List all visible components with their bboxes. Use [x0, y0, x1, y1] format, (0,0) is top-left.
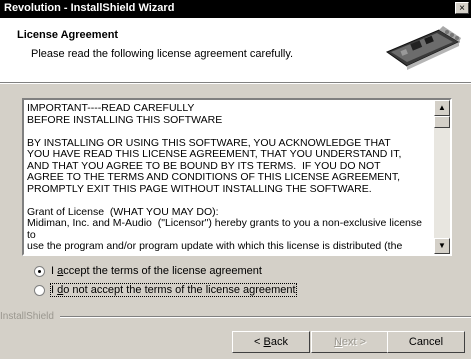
- license-text-box[interactable]: IMPORTANT----READ CAREFULLY BEFORE INSTA…: [22, 98, 452, 256]
- scroll-down-button[interactable]: ▼: [434, 238, 450, 254]
- close-button[interactable]: ×: [455, 2, 469, 14]
- header-divider: [0, 82, 471, 84]
- scroll-up-button[interactable]: ▲: [434, 100, 450, 116]
- accept-label: I accept the terms of the license agreem…: [51, 265, 262, 277]
- scroll-thumb[interactable]: [434, 116, 450, 128]
- arrow-up-icon: ▲: [438, 103, 446, 112]
- page-title: License Agreement: [17, 29, 119, 41]
- decline-option[interactable]: I do not accept the terms of the license…: [34, 283, 297, 297]
- page-subtitle: Please read the following license agreem…: [31, 48, 294, 60]
- footer-divider: InstallShield: [0, 311, 471, 323]
- next-button[interactable]: Next >: [311, 331, 389, 353]
- license-text: IMPORTANT----READ CAREFULLY BEFORE INSTA…: [27, 102, 422, 252]
- wizard-header: License Agreement Please read the follow…: [0, 18, 471, 82]
- back-button[interactable]: < Back: [232, 331, 310, 353]
- arrow-down-icon: ▼: [438, 241, 446, 250]
- accept-option[interactable]: I accept the terms of the license agreem…: [34, 264, 262, 278]
- installshield-wizard-window: Revolution - InstallShield Wizard × Lice…: [0, 0, 471, 359]
- close-icon: ×: [459, 3, 465, 14]
- accept-radio[interactable]: [34, 265, 45, 277]
- decline-label: I do not accept the terms of the license…: [50, 283, 297, 297]
- title-bar[interactable]: Revolution - InstallShield Wizard ×: [0, 0, 471, 18]
- sound-card-icon: [385, 26, 461, 70]
- window-title: Revolution - InstallShield Wizard: [4, 2, 175, 14]
- vertical-scrollbar[interactable]: ▲ ▼: [434, 100, 450, 254]
- installshield-brand: InstallShield: [0, 311, 57, 322]
- cancel-button[interactable]: Cancel: [387, 331, 465, 353]
- decline-radio[interactable]: [34, 284, 45, 296]
